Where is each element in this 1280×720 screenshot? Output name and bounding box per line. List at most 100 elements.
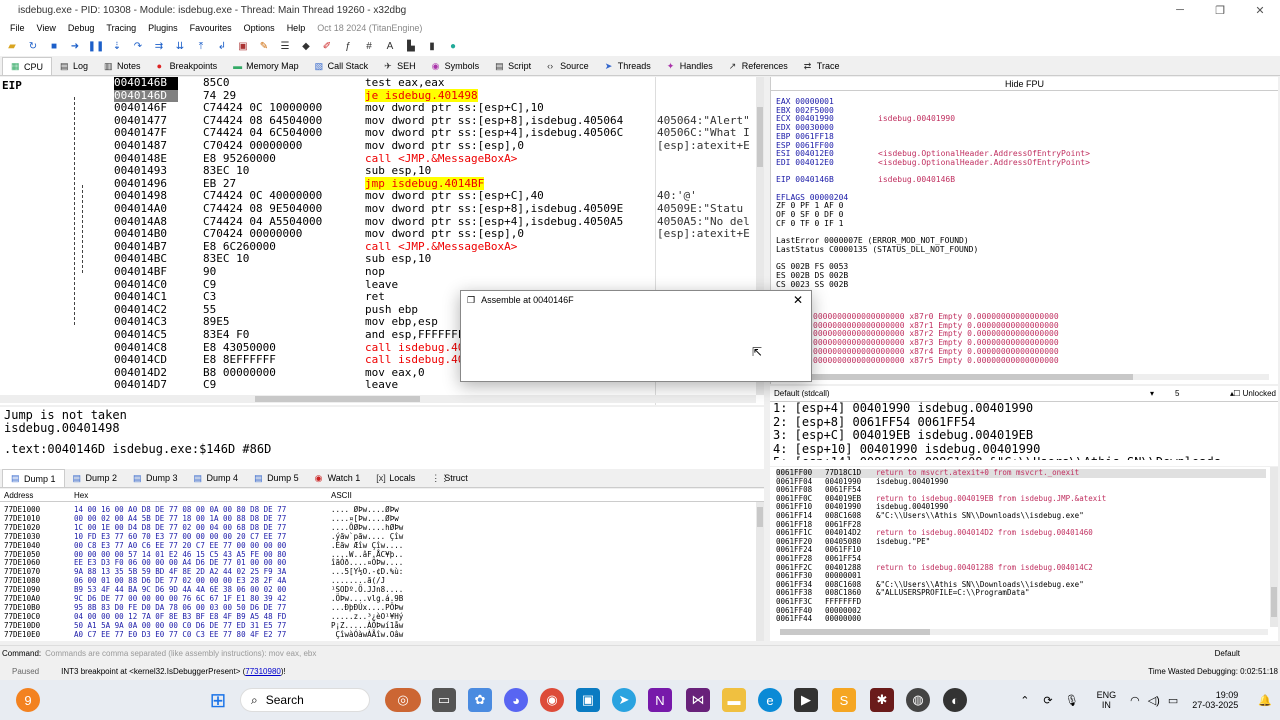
step-into-icon[interactable]: ⇣ <box>109 38 125 54</box>
tab-references[interactable]: ↗ References <box>721 57 796 75</box>
hscroll-thumb[interactable] <box>255 396 420 402</box>
dump-view[interactable]: Address Hex ASCII 77DE1000 14 00 16 00 A0… <box>0 489 764 641</box>
pause-icon[interactable]: ❚❚ <box>88 38 105 54</box>
hscroll-thumb[interactable] <box>780 629 930 635</box>
fpu-register-line[interactable]: 0000000000000000000 x87r4 Empty 0.000000… <box>813 347 1059 356</box>
maximize-icon[interactable]: ❐ <box>1200 0 1240 20</box>
scroll-thumb[interactable] <box>757 107 763 167</box>
stop-icon[interactable]: ■ <box>46 38 62 54</box>
close-icon[interactable]: ✕ <box>1240 0 1280 20</box>
tab-dump-1[interactable]: ▤ Dump 1 <box>2 469 65 487</box>
pen-icon[interactable]: ✎ <box>256 38 272 54</box>
register-line[interactable]: OF 0 SF 0 DF 0 <box>776 210 843 219</box>
terminal-icon[interactable]: ▶ <box>794 688 818 712</box>
run-to-user-code-icon[interactable]: ↲ <box>214 38 230 54</box>
file-explorer-icon[interactable]: ▬ <box>722 688 746 712</box>
tab-struct[interactable]: ⋮⋮ Struct <box>423 469 476 487</box>
disasm-row[interactable]: 00401493 83EC 10 sub esp,10 <box>0 164 756 178</box>
obs-icon[interactable]: ◍ <box>906 688 930 712</box>
edge-icon[interactable]: e <box>758 688 782 712</box>
note-icon[interactable]: ▮ <box>424 38 440 54</box>
chrome-icon[interactable]: ◉ <box>540 688 564 712</box>
tab-log[interactable]: ▤ Log <box>52 57 96 75</box>
list-icon[interactable]: ☰ <box>277 38 293 54</box>
register-line[interactable]: ES 002B DS 002B <box>776 271 848 280</box>
language-indicator[interactable]: ENG IN <box>1097 690 1117 710</box>
globe-icon[interactable]: ● <box>445 38 461 54</box>
register-line[interactable]: EDI 004012E0 <isdebug.OptionalHeader.Addr… <box>776 158 1090 167</box>
run-icon[interactable]: ➜ <box>67 38 83 54</box>
stack-row[interactable]: 0061FF44 00000000 <box>776 615 1266 624</box>
sync-icon[interactable]: ⟳ <box>1043 694 1052 707</box>
wifi-icon[interactable]: ◠ <box>1130 694 1140 707</box>
register-line[interactable]: ECX 00401990 isdebug.00401990 <box>776 114 955 123</box>
register-line[interactable]: ESP 0061FF00 <box>776 141 834 150</box>
tab-threads[interactable]: ➤ Threads <box>597 57 659 75</box>
chevron-up-icon[interactable]: ⌃ <box>1020 694 1029 707</box>
fpu-register-line[interactable]: 0000000000000000000 x87r1 Empty 0.000000… <box>813 321 1059 330</box>
app-icon[interactable]: ▣ <box>576 688 600 712</box>
trace-into-icon[interactable]: ⇉ <box>151 38 167 54</box>
function-icon[interactable]: ƒ <box>340 38 356 54</box>
step-over-icon[interactable]: ↷ <box>130 38 146 54</box>
tab-cpu[interactable]: ▦ CPU <box>2 57 53 75</box>
hash-icon[interactable]: # <box>361 38 377 54</box>
register-line[interactable]: EDX 00030000 <box>776 123 834 132</box>
onenote-icon[interactable]: N <box>648 688 672 712</box>
menu-help[interactable]: Help <box>287 23 306 33</box>
task-view-icon[interactable]: ▭ <box>432 688 456 712</box>
volume-icon[interactable]: ◁) <box>1148 694 1160 707</box>
battery-icon[interactable]: ▭ <box>1168 694 1178 707</box>
tab-call-stack[interactable]: ▧ Call Stack <box>307 57 377 75</box>
call-arg-row[interactable]: 1: [esp+4] 00401990 isdebug.00401990 <box>770 401 1278 416</box>
command-mode-select[interactable]: Default <box>1215 649 1240 658</box>
tab-seh[interactable]: ✈ SEH <box>376 57 424 75</box>
copilot-icon[interactable]: ✿ <box>468 688 492 712</box>
tab-dump-5[interactable]: ▤ Dump 5 <box>246 469 307 487</box>
telegram-icon[interactable]: ➤ <box>612 688 636 712</box>
clock[interactable]: 19:09 27-03-2025 <box>1192 690 1238 710</box>
scroll-thumb[interactable] <box>1271 587 1277 617</box>
github-icon[interactable]: ◐ <box>943 688 967 712</box>
call-arg-row[interactable]: 2: [esp+8] 0061FF54 0061FF54 <box>770 415 1278 430</box>
visual-studio-icon[interactable]: ⋈ <box>686 688 710 712</box>
fpu-register-line[interactable]: 0000000000000000000 x87r3 Empty 0.000000… <box>813 338 1059 347</box>
register-line[interactable]: GS 002B FS 0053 <box>776 262 848 271</box>
close-icon[interactable]: ✕ <box>793 293 803 307</box>
register-line[interactable]: ZF 0 PF 1 AF 0 <box>776 201 843 210</box>
microphone-icon[interactable]: 🎙 <box>1065 694 1079 707</box>
fpu-register-line[interactable]: 0000000000000000000 x87r2 Empty 0.000000… <box>813 329 1059 338</box>
font-icon[interactable]: A <box>382 38 398 54</box>
menu-options[interactable]: Options <box>244 23 275 33</box>
disasm-row[interactable]: 004014B0 C70424 00000000 mov dword ptr ss:… <box>0 227 756 241</box>
app-notification-icon[interactable]: 9 <box>16 688 40 712</box>
hide-fpu-button[interactable]: Hide FPU <box>771 77 1278 91</box>
register-line[interactable]: EAX 00000001 <box>776 97 834 106</box>
tab-memory-map[interactable]: ▬ Memory Map <box>225 57 307 75</box>
menu-file[interactable]: File <box>10 23 25 33</box>
taskbar-search[interactable]: ⌕ Search <box>240 688 370 712</box>
tab-breakpoints[interactable]: ● Breakpoints <box>149 57 226 75</box>
x32dbg-icon[interactable]: ✱ <box>870 688 894 712</box>
menu-debug[interactable]: Debug <box>68 23 95 33</box>
tab-source[interactable]: ‹› Source <box>539 57 597 75</box>
scylla-icon[interactable]: ▣ <box>235 38 251 54</box>
brush-icon[interactable]: ✐ <box>319 38 335 54</box>
status-address-link[interactable]: 77310980 <box>245 667 281 676</box>
sublime-icon[interactable]: S <box>832 688 856 712</box>
scroll-thumb[interactable] <box>757 507 763 527</box>
register-line[interactable]: EFLAGS 00000204 <box>776 193 848 202</box>
command-input[interactable]: Commands are comma separated (like assem… <box>45 649 316 658</box>
disassembly-hscrollbar[interactable] <box>0 395 756 403</box>
tab-watch-1[interactable]: ◉ Watch 1 <box>307 469 369 487</box>
tab-notes[interactable]: ▥ Notes <box>96 57 149 75</box>
tab-locals[interactable]: [x] Locals <box>368 469 423 487</box>
stack-scrollbar[interactable] <box>1270 467 1278 627</box>
chevron-down-icon[interactable]: ▾ <box>1150 389 1154 398</box>
call-arg-row[interactable]: 3: [esp+C] 004019EB isdebug.004019EB <box>770 428 1278 443</box>
fpu-register-line[interactable]: 0000000000000000000 x87r0 Empty 0.000000… <box>813 312 1059 321</box>
register-line[interactable]: CF 0 TF 0 IF 1 <box>776 219 843 228</box>
tab-dump-2[interactable]: ▤ Dump 2 <box>65 469 126 487</box>
tab-script[interactable]: ▤ Script <box>487 57 539 75</box>
register-line[interactable]: LastStatus C0000135 (STATUS_DLL_NOT_FOUN… <box>776 245 978 254</box>
